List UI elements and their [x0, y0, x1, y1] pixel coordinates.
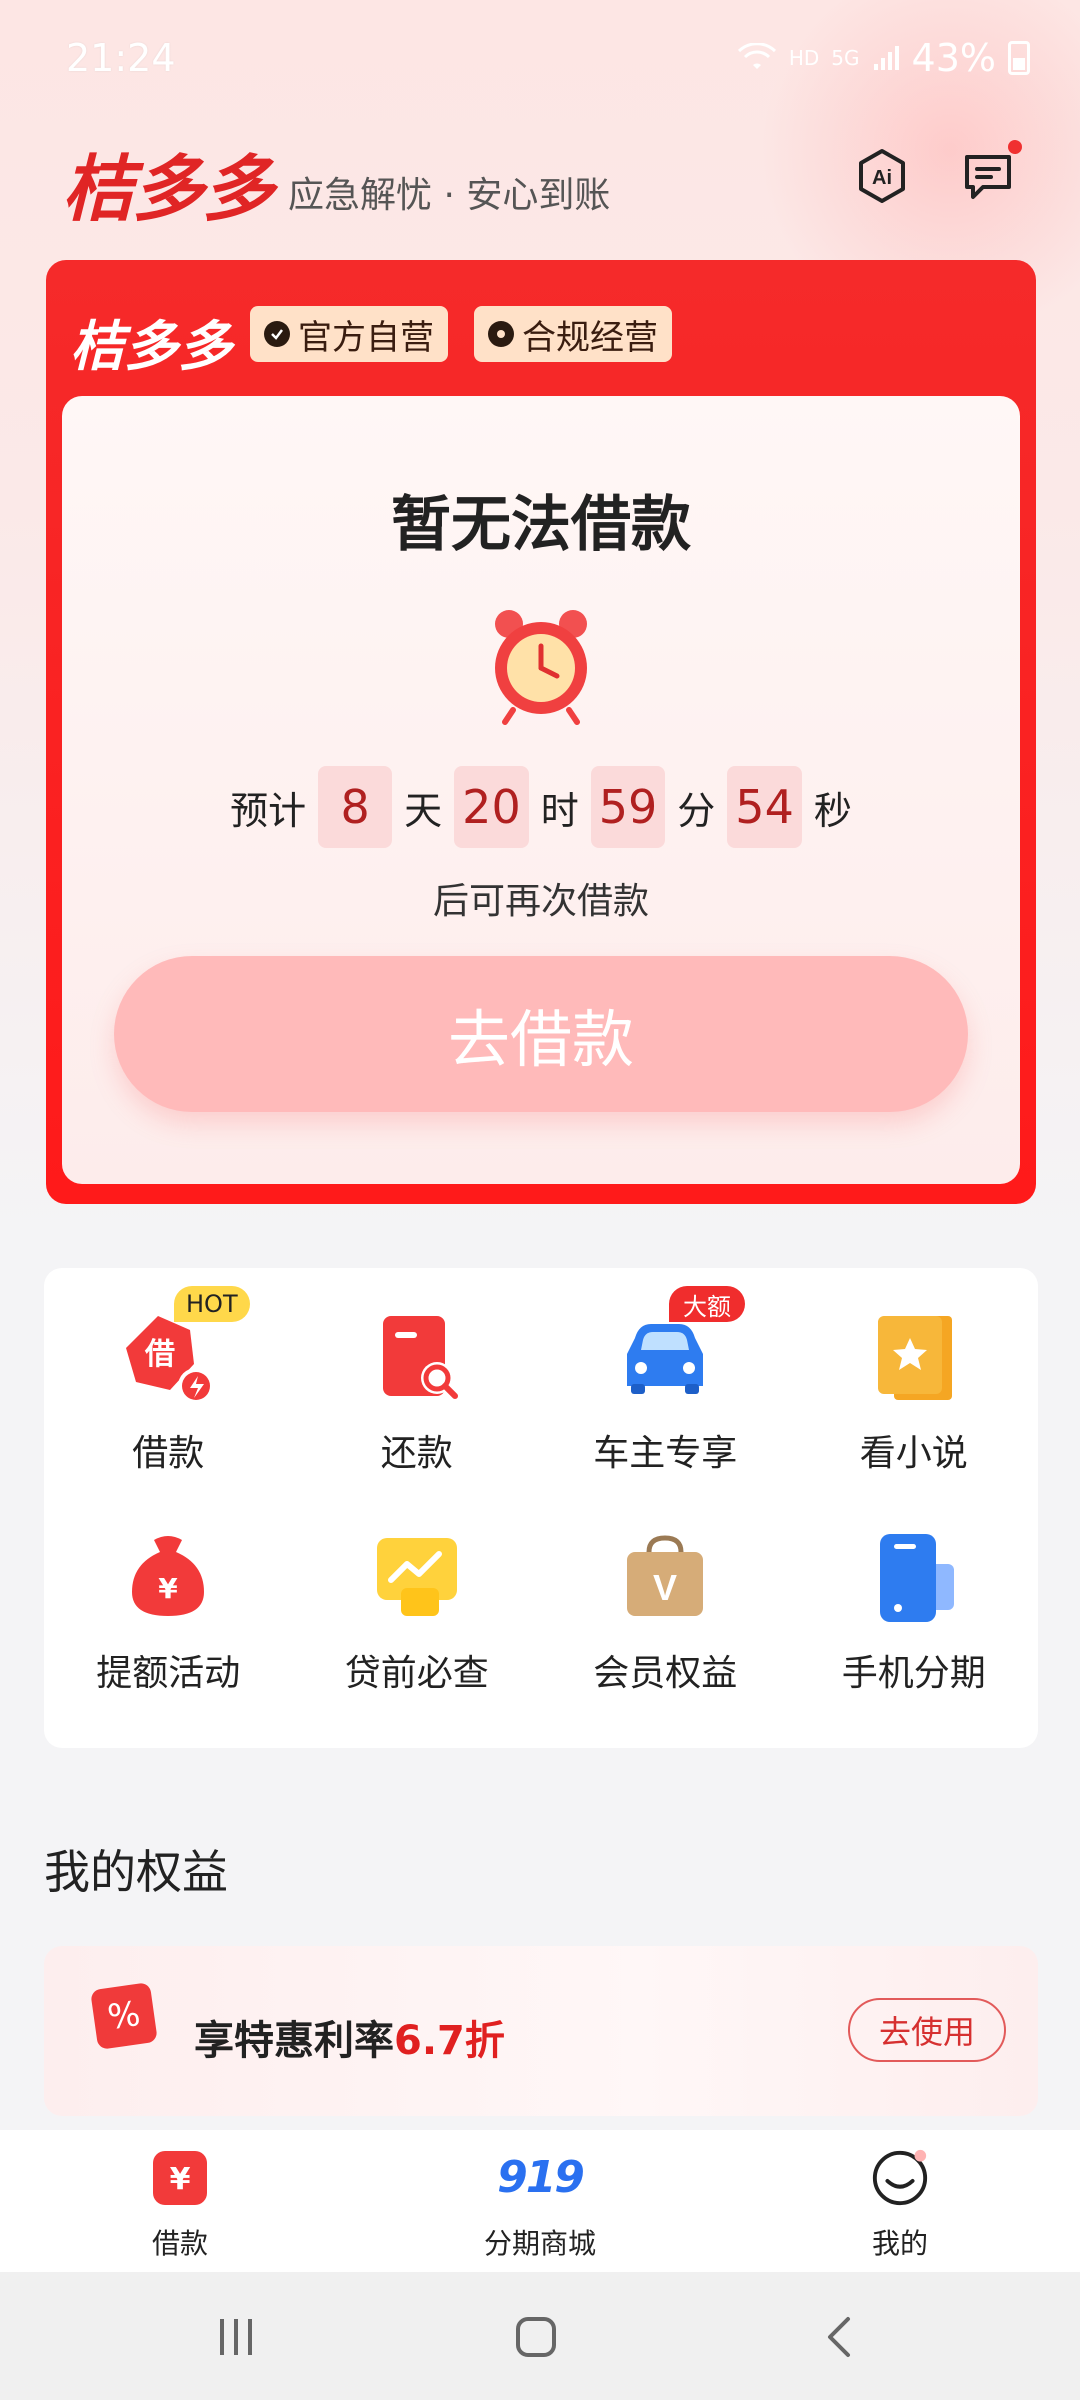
service-label: 借款: [132, 1433, 205, 1474]
service-car-owner[interactable]: 大额 车主专享: [541, 1286, 790, 1506]
wifi-icon: [737, 43, 776, 69]
tag-label: 官方自营: [298, 317, 434, 358]
service-label: 还款: [380, 1433, 453, 1474]
vip-bag-icon: V: [615, 1528, 715, 1628]
status-time: 21:24: [66, 36, 176, 80]
battery-percent: 43%: [911, 36, 996, 80]
svg-text:借: 借: [144, 1337, 175, 1372]
system-nav-bar: [0, 2272, 1080, 2400]
brand-slogan: 应急解忧 · 安心到账: [288, 175, 611, 216]
countdown-prefix: 预计: [230, 788, 307, 833]
mall-logo: 919: [497, 2152, 585, 2203]
service-pre-loan-check[interactable]: 贷前必查: [293, 1506, 542, 1726]
home-icon[interactable]: [496, 2302, 576, 2372]
recent-apps-icon[interactable]: [196, 2302, 276, 2372]
service-membership[interactable]: V 会员权益: [541, 1506, 790, 1726]
service-label: 提额活动: [96, 1653, 241, 1694]
official-tag: 官方自营: [250, 306, 448, 362]
book-icon: [864, 1308, 964, 1408]
message-icon[interactable]: [956, 140, 1022, 208]
svg-text:¥: ¥: [159, 1572, 179, 1605]
bottom-nav: ¥ 借款 919 分期商城 我的: [0, 2130, 1080, 2272]
status-indicators: HD 5G 43%: [737, 36, 1030, 80]
svg-text:¥: ¥: [170, 2162, 191, 2197]
money-bag-icon: ¥: [118, 1528, 218, 1628]
smile-face-icon: [870, 2148, 930, 2208]
svg-text:V: V: [653, 1567, 677, 1608]
repay-icon: [367, 1308, 467, 1408]
service-label: 看小说: [859, 1433, 968, 1474]
countdown-hours: 20: [454, 766, 529, 848]
card-brand-logo: 桔多多: [70, 315, 232, 378]
signal-type: 5G: [831, 46, 860, 70]
services-grid: HOT 借 借款 还款 大额 车主专享 看小说 ¥ 提额活动 贷前必查 V 会员…: [44, 1268, 1038, 1748]
mall-919-icon: 919: [497, 2148, 585, 2208]
nav-item-borrow[interactable]: ¥ 借款: [50, 2130, 310, 2262]
tag-label: 合规经营: [522, 317, 658, 358]
back-icon[interactable]: [800, 2302, 880, 2372]
phone-icon: [864, 1528, 964, 1628]
svg-text:Ai: Ai: [872, 167, 892, 189]
benefit-label: 享特惠利率: [194, 2018, 394, 2064]
minutes-unit: 分: [677, 788, 716, 833]
network-type: HD: [788, 46, 820, 70]
nav-item-mall[interactable]: 919 分期商城: [410, 2130, 670, 2262]
chart-report-icon: [367, 1528, 467, 1628]
hours-unit: 时: [540, 788, 579, 833]
loan-card: 桔多多 官方自营 合规经营 暂无法借款 预计 8 天 20 时 59 分 54 …: [46, 260, 1036, 1204]
service-borrow[interactable]: HOT 借 借款: [44, 1286, 293, 1506]
compliance-tag: 合规经营: [474, 306, 672, 362]
status-bar: 21:24 HD 5G 43%: [0, 0, 1080, 120]
borrow-icon: 借: [118, 1308, 218, 1408]
ai-assistant-icon[interactable]: Ai: [850, 144, 914, 208]
benefit-card[interactable]: % 享特惠利率6.7折 去使用: [44, 1946, 1038, 2116]
service-phone-installment[interactable]: 手机分期: [790, 1506, 1039, 1726]
countdown-days: 8: [318, 766, 393, 848]
service-label: 车主专享: [593, 1433, 738, 1474]
days-unit: 天: [404, 788, 443, 833]
check-icon: [264, 321, 290, 347]
yuan-icon: ¥: [150, 2148, 210, 2208]
benefits-title: 我的权益: [44, 1845, 228, 1899]
battery-icon: [1008, 41, 1030, 75]
countdown: 预计 8 天 20 时 59 分 54 秒: [62, 766, 1020, 848]
brand-logo: 桔多多: [62, 147, 274, 231]
service-label: 贷前必查: [344, 1653, 489, 1694]
alarm-clock-icon: [495, 610, 587, 725]
shield-icon: [488, 321, 514, 347]
discount-icon: %: [90, 1982, 158, 2050]
nav-item-mine[interactable]: 我的: [770, 2130, 1030, 2262]
service-label: 会员权益: [593, 1653, 738, 1694]
countdown-subtitle: 后可再次借款: [432, 881, 649, 922]
seconds-unit: 秒: [813, 788, 852, 833]
notification-dot: [1008, 140, 1022, 154]
signal-icon: [873, 46, 899, 70]
nav-label: 借款: [151, 2227, 208, 2260]
benefit-highlight: 6.7折: [394, 2018, 505, 2064]
benefit-text: 享特惠利率6.7折: [194, 2008, 505, 2066]
nav-label: 分期商城: [483, 2227, 596, 2260]
nav-label: 我的: [871, 2227, 928, 2260]
service-repay[interactable]: 还款: [293, 1286, 542, 1506]
loan-status-title: 暂无法借款: [391, 490, 691, 560]
borrow-button[interactable]: 去借款: [114, 956, 968, 1112]
car-icon: [615, 1308, 715, 1408]
service-credit-boost[interactable]: ¥ 提额活动: [44, 1506, 293, 1726]
service-novel[interactable]: 看小说: [790, 1286, 1039, 1506]
app-header: 桔多多 应急解忧 · 安心到账 Ai: [62, 130, 1022, 231]
countdown-seconds: 54: [727, 766, 802, 848]
use-benefit-button[interactable]: 去使用: [848, 1998, 1006, 2062]
loan-status-panel: 暂无法借款 预计 8 天 20 时 59 分 54 秒 后可再次借款 去借款: [62, 396, 1020, 1184]
countdown-minutes: 59: [590, 766, 666, 848]
service-label: 手机分期: [841, 1653, 986, 1694]
